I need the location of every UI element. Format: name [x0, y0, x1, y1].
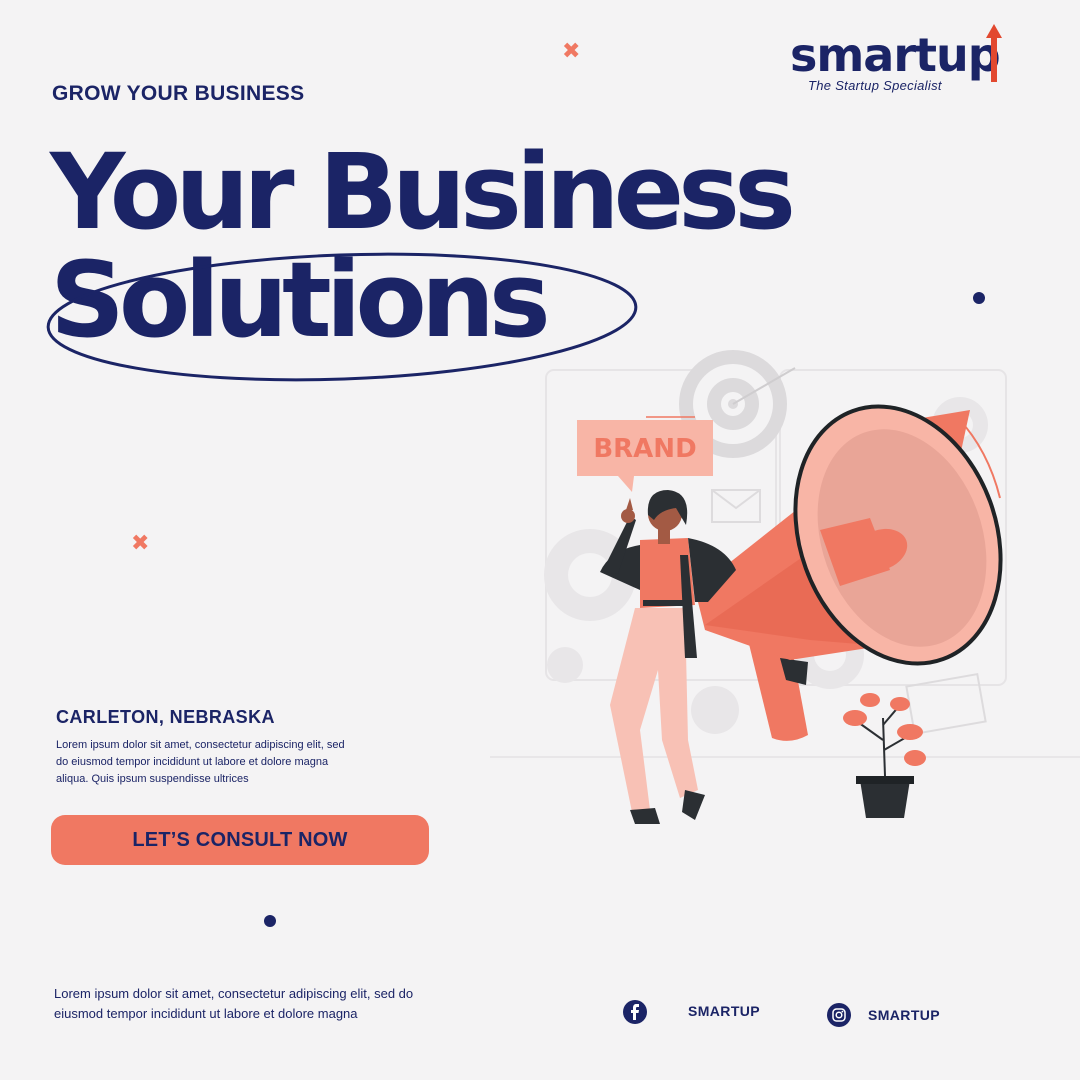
location-description: Lorem ipsum dolor sit amet, consectetur …: [56, 739, 345, 785]
decor-dot-bottom: [264, 915, 276, 927]
logo-arrow-icon: [986, 24, 1002, 82]
facebook-link[interactable]: SMARTUP: [623, 1000, 760, 1024]
facebook-label: SMARTUP: [688, 1003, 761, 1019]
instagram-icon: [827, 1003, 851, 1027]
decor-cross-top: ✖: [562, 38, 581, 63]
brand-name: smartup: [790, 28, 1001, 82]
consult-now-button[interactable]: LET’S CONSULT NOW: [51, 815, 429, 865]
decor-cross-left: ✖: [131, 530, 150, 555]
instagram-link[interactable]: SMARTUP: [827, 1003, 940, 1027]
title-line-1: Your Business: [50, 131, 796, 253]
facebook-icon: [623, 1000, 647, 1024]
location-heading: CARLETON, NEBRASKA: [56, 707, 275, 727]
marketing-illustration: BRAND: [490, 350, 1080, 824]
brand-logo: smartup The Startup Specialist: [790, 22, 1010, 102]
decor-dot-right: [973, 292, 985, 304]
brand-tagline: The Startup Specialist: [808, 78, 942, 93]
brand-sign-text: BRAND: [593, 434, 696, 464]
eyebrow-heading: GROW YOUR BUSINESS: [52, 82, 305, 105]
footer-description: Lorem ipsum dolor sit amet, consectetur …: [54, 986, 414, 1021]
instagram-label: SMARTUP: [868, 1007, 941, 1023]
